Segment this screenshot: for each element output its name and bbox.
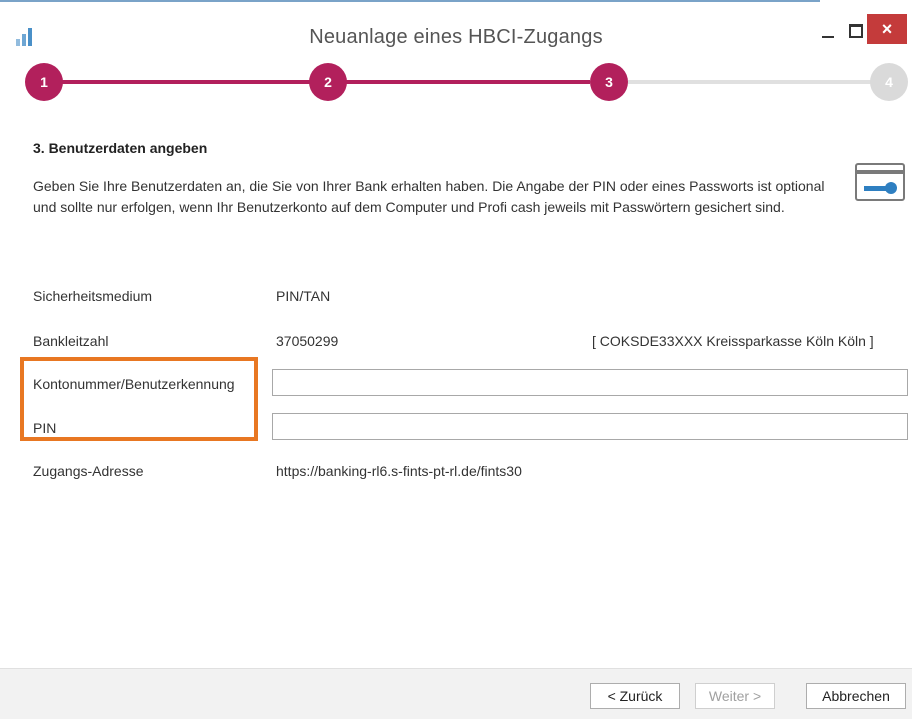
highlight-box — [20, 357, 258, 441]
wizard-stepper: 1 2 3 4 — [0, 58, 912, 106]
back-button[interactable]: < Zurück — [590, 683, 680, 709]
step-1: 1 — [25, 63, 63, 101]
step-3: 3 — [590, 63, 628, 101]
close-icon[interactable]: × — [867, 14, 907, 44]
pin-input[interactable] — [272, 413, 908, 440]
next-button[interactable]: Weiter > — [695, 683, 775, 709]
account-number-input[interactable] — [272, 369, 908, 396]
bank-info: [ COKSDE33XXX Kreissparkasse Köln Köln ] — [592, 333, 874, 349]
hbci-setup-window: Neuanlage eines HBCI-Zugangs × 1 2 3 4 3… — [0, 0, 912, 719]
bank-card-key-icon — [855, 163, 905, 201]
security-medium-value: PIN/TAN — [276, 288, 331, 304]
bank-code-value: 37050299 — [276, 333, 339, 349]
window-title: Neuanlage eines HBCI-Zugangs — [309, 26, 603, 48]
title-bar: Neuanlage eines HBCI-Zugangs × — [0, 14, 912, 54]
step-2: 2 — [309, 63, 347, 101]
minimize-icon[interactable] — [816, 18, 840, 46]
security-medium-label: Sicherheitsmedium — [33, 288, 153, 304]
window-top-border — [0, 0, 820, 2]
footer-bar: < Zurück Weiter > Abbrechen — [0, 668, 912, 719]
maximize-icon[interactable] — [843, 18, 867, 46]
cancel-button[interactable]: Abbrechen — [806, 683, 906, 709]
section-title: 3. Benutzerdaten angeben — [33, 140, 208, 156]
section-description: Geben Sie Ihre Benutzerdaten an, die Sie… — [33, 178, 825, 215]
access-address-label: Zugangs-Adresse — [33, 463, 144, 479]
bank-code-label: Bankleitzahl — [33, 333, 109, 349]
access-address-value: https://banking-rl6.s-fints-pt-rl.de/fin… — [276, 463, 522, 479]
stepper-remaining-line — [628, 80, 888, 84]
step-4: 4 — [870, 63, 908, 101]
